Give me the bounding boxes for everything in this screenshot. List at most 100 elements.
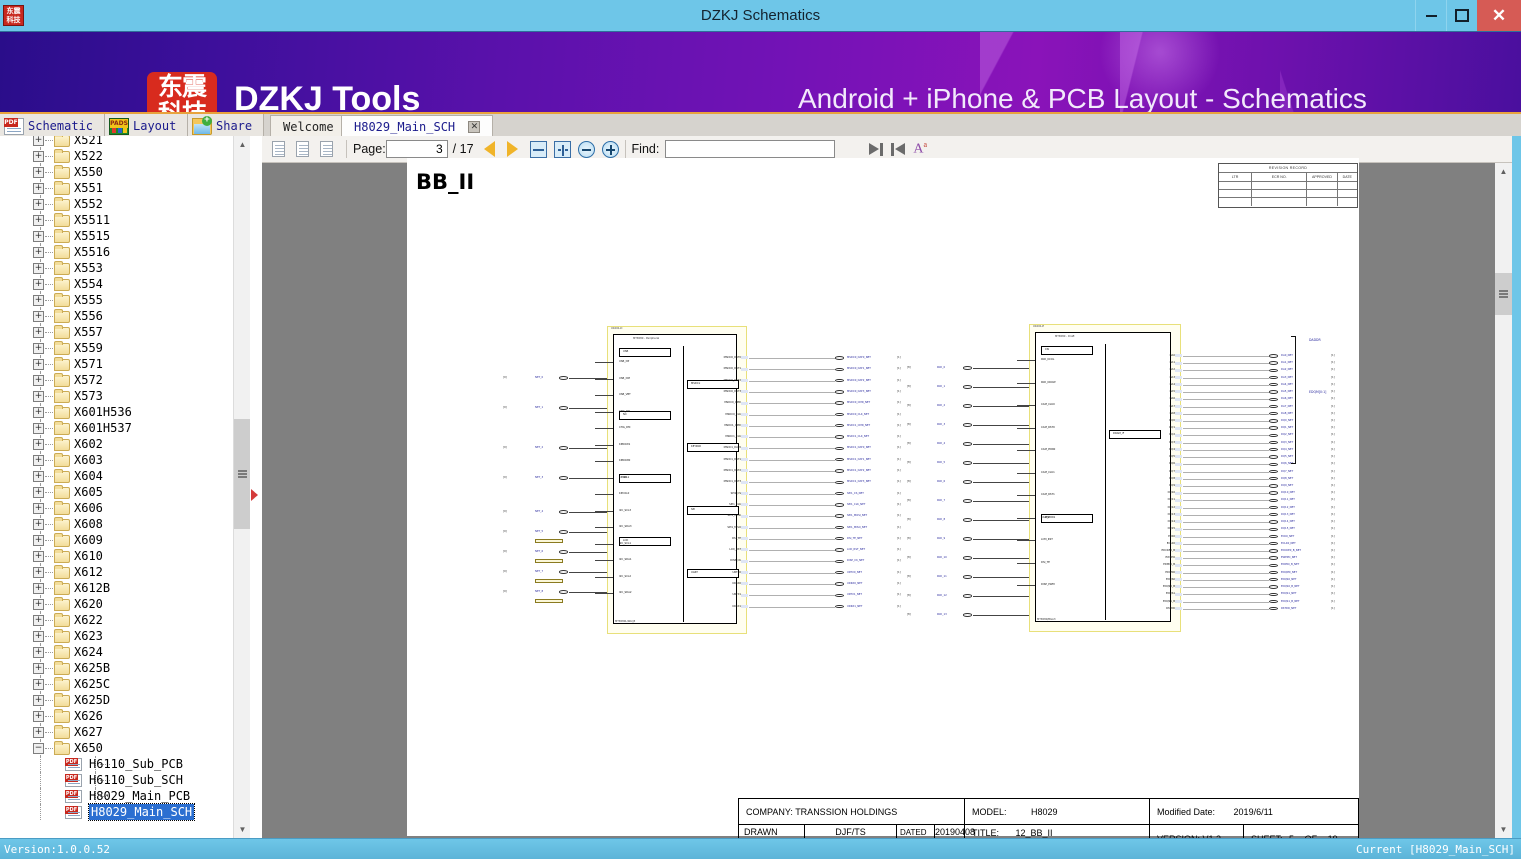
expand-icon[interactable]: + xyxy=(33,535,44,546)
expand-icon[interactable]: + xyxy=(33,695,44,706)
tree-folder-X625C[interactable]: + X625C xyxy=(0,676,233,692)
tree-folder-X552[interactable]: + X552 xyxy=(0,196,233,212)
tree-scroll-up-button[interactable]: ▲ xyxy=(234,136,251,153)
expand-icon[interactable]: + xyxy=(33,423,44,434)
tree-folder-expanded[interactable]: − X650 xyxy=(0,740,233,756)
expand-icon[interactable]: + xyxy=(33,343,44,354)
tree-folder-X612B[interactable]: + X612B xyxy=(0,580,233,596)
find-previous-icon[interactable] xyxy=(867,142,884,157)
expand-icon[interactable]: + xyxy=(33,663,44,674)
minimize-button[interactable] xyxy=(1415,0,1446,31)
expand-icon[interactable]: + xyxy=(33,631,44,642)
tree-folder-X625B[interactable]: + X625B xyxy=(0,660,233,676)
tree-folder-X571[interactable]: + X571 xyxy=(0,356,233,372)
zoom-out-button[interactable] xyxy=(577,140,595,158)
tree-folder-X555[interactable]: + X555 xyxy=(0,292,233,308)
tree-folder-X5515[interactable]: + X5515 xyxy=(0,228,233,244)
tree-folder-X605[interactable]: + X605 xyxy=(0,484,233,500)
tree-folder-X620[interactable]: + X620 xyxy=(0,596,233,612)
tree-folder-X573[interactable]: + X573 xyxy=(0,388,233,404)
expand-icon[interactable]: + xyxy=(33,231,44,242)
expand-icon[interactable]: + xyxy=(33,551,44,562)
expand-icon[interactable]: + xyxy=(33,615,44,626)
tab-welcome[interactable]: Welcome xyxy=(270,115,347,138)
expand-icon[interactable]: + xyxy=(33,311,44,322)
expand-icon[interactable]: + xyxy=(33,439,44,450)
expand-icon[interactable]: + xyxy=(33,503,44,514)
tree-folder-X5516[interactable]: + X5516 xyxy=(0,244,233,260)
expand-icon[interactable]: + xyxy=(33,679,44,690)
expand-icon[interactable]: + xyxy=(33,711,44,722)
tree-folder-X627[interactable]: + X627 xyxy=(0,724,233,740)
viewer-vertical-scrollbar[interactable]: ▲ ▼ xyxy=(1495,163,1512,838)
tree-folder-X557[interactable]: + X557 xyxy=(0,324,233,340)
expand-icon[interactable]: + xyxy=(33,167,44,178)
tree-folder-X625D[interactable]: + X625D xyxy=(0,692,233,708)
previous-page-button[interactable] xyxy=(483,141,495,157)
tree-file-H8029_Main_PCB[interactable]: H8029_Main_PCB xyxy=(0,788,233,804)
tree-folder-X624[interactable]: + X624 xyxy=(0,644,233,660)
tree-folder-X522[interactable]: + X522 xyxy=(0,148,233,164)
tree-folder-X610[interactable]: + X610 xyxy=(0,548,233,564)
tree-folder-X553[interactable]: + X553 xyxy=(0,260,233,276)
page-number-input[interactable]: 3 xyxy=(385,140,448,158)
extract-page-icon[interactable] xyxy=(292,139,314,159)
expand-icon[interactable]: + xyxy=(33,599,44,610)
insert-page-icon[interactable] xyxy=(316,139,338,159)
expand-icon[interactable]: + xyxy=(33,519,44,530)
button-share[interactable]: Share xyxy=(188,114,264,138)
panel-splitter[interactable] xyxy=(250,136,262,838)
tree-folder-X601H537[interactable]: + X601H537 xyxy=(0,420,233,436)
expand-icon[interactable]: + xyxy=(33,727,44,738)
expand-icon[interactable]: + xyxy=(33,199,44,210)
tree-scroll-thumb[interactable] xyxy=(234,419,251,529)
expand-icon[interactable]: + xyxy=(33,647,44,658)
tree-folder-X550[interactable]: + X550 xyxy=(0,164,233,180)
tree-folder-X622[interactable]: + X622 xyxy=(0,612,233,628)
tree-folder-X5511[interactable]: + X5511 xyxy=(0,212,233,228)
tab-h8029-main-sch[interactable]: H8029_Main_SCH ✕ xyxy=(341,115,494,138)
tree-scrollbar[interactable]: ▲ ▼ xyxy=(233,136,251,838)
fit-width-button[interactable] xyxy=(529,140,547,158)
collapse-icon[interactable]: − xyxy=(33,743,44,754)
maximize-button[interactable] xyxy=(1446,0,1477,31)
find-next-icon[interactable] xyxy=(890,142,907,157)
tree-file-H6110_Sub_PCB[interactable]: H6110_Sub_PCB xyxy=(0,756,233,772)
expand-icon[interactable]: + xyxy=(33,183,44,194)
expand-icon[interactable]: + xyxy=(33,471,44,482)
tree-folder-X626[interactable]: + X626 xyxy=(0,708,233,724)
file-tree-panel[interactable]: + X521 + X522 + X550 + X551 + X552 + X5511 + X5515 + X5… xyxy=(0,136,233,838)
viewer-scroll-thumb[interactable] xyxy=(1495,273,1512,315)
expand-icon[interactable]: + xyxy=(33,327,44,338)
tree-folder-X623[interactable]: + X623 xyxy=(0,628,233,644)
expand-icon[interactable]: + xyxy=(33,263,44,274)
close-button[interactable]: ✕ xyxy=(1477,0,1521,31)
close-icon[interactable]: ✕ xyxy=(468,121,481,133)
tree-folder-X612[interactable]: + X612 xyxy=(0,564,233,580)
copy-page-icon[interactable] xyxy=(268,139,290,159)
tree-scroll-down-button[interactable]: ▼ xyxy=(234,821,251,838)
splitter-collapse-icon[interactable] xyxy=(251,489,258,501)
find-input[interactable] xyxy=(665,140,836,158)
tree-file-H8029_Main_SCH[interactable]: H8029_Main_SCH xyxy=(0,803,233,821)
tree-folder-X603[interactable]: + X603 xyxy=(0,452,233,468)
expand-icon[interactable]: + xyxy=(33,215,44,226)
expand-icon[interactable]: + xyxy=(33,455,44,466)
expand-icon[interactable]: + xyxy=(33,567,44,578)
fit-page-button[interactable] xyxy=(553,140,571,158)
text-format-icon[interactable]: Aa xyxy=(913,140,927,158)
tree-folder-X556[interactable]: + X556 xyxy=(0,308,233,324)
tree-folder-X606[interactable]: + X606 xyxy=(0,500,233,516)
tree-folder-X554[interactable]: + X554 xyxy=(0,276,233,292)
expand-icon[interactable]: + xyxy=(33,375,44,386)
expand-icon[interactable]: + xyxy=(33,295,44,306)
expand-icon[interactable]: + xyxy=(33,407,44,418)
tree-folder-X572[interactable]: + X572 xyxy=(0,372,233,388)
expand-icon[interactable]: + xyxy=(33,583,44,594)
button-layout[interactable]: Layout xyxy=(105,114,188,138)
expand-icon[interactable]: + xyxy=(33,136,44,146)
next-page-button[interactable] xyxy=(506,141,518,157)
expand-icon[interactable]: + xyxy=(33,279,44,290)
tree-folder-X521[interactable]: + X521 xyxy=(0,136,233,148)
tree-folder-X602[interactable]: + X602 xyxy=(0,436,233,452)
